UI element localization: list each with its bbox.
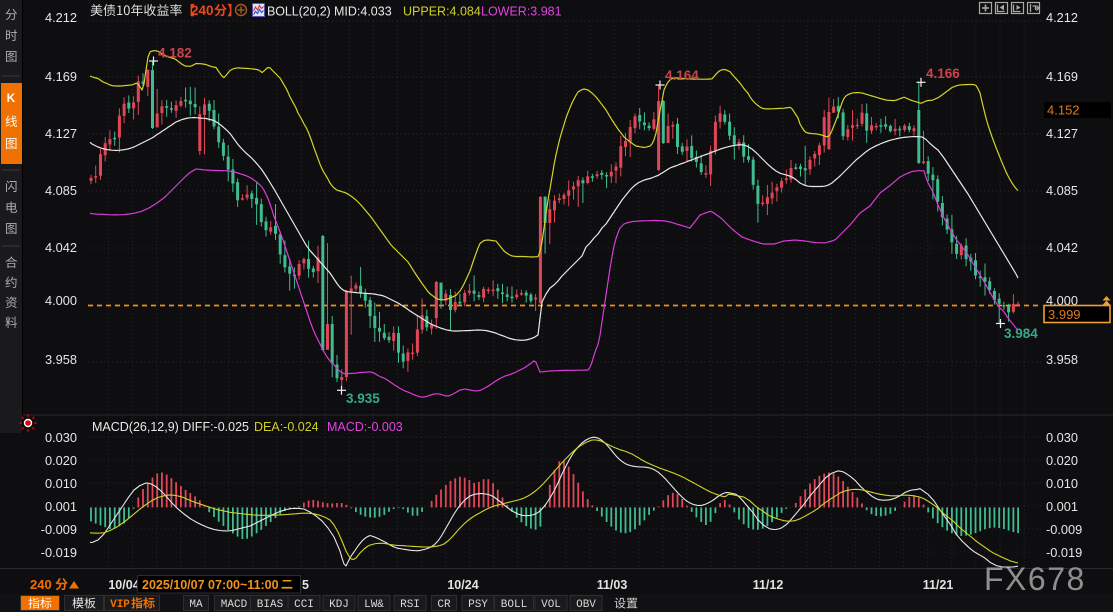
svg-text:KDJ: KDJ [329,599,349,611]
svg-text:4.182: 4.182 [158,46,192,61]
svg-text:11/03: 11/03 [597,578,628,592]
svg-text:3.984: 3.984 [1004,326,1038,341]
svg-text:10/04: 10/04 [108,578,139,592]
svg-text:MACD(26,12,9) DIFF:-0.025: MACD(26,12,9) DIFF:-0.025 [92,420,249,434]
svg-text:240: 240 [191,3,214,18]
svg-text:MACD: MACD [221,599,248,611]
svg-text:3.999: 3.999 [1048,307,1081,322]
svg-text:10/24: 10/24 [447,578,478,592]
svg-text:MID:4.033: MID:4.033 [334,5,392,19]
svg-text:4.164: 4.164 [665,68,699,83]
svg-text:CR: CR [437,599,451,611]
svg-text:CCI: CCI [294,599,314,611]
svg-text:BOLL(20,2): BOLL(20,2) [267,5,331,19]
svg-text:2025/10/07 07:00~11:00: 2025/10/07 07:00~11:00 [142,578,279,592]
svg-text:240: 240 [30,577,52,592]
svg-text:11/12: 11/12 [753,578,784,592]
svg-text:4.166: 4.166 [926,66,960,81]
svg-text:VOL: VOL [541,599,561,611]
svg-text:FX678: FX678 [984,561,1086,597]
svg-text:LW&: LW& [364,599,384,611]
svg-text:LOWER:3.981: LOWER:3.981 [481,5,562,19]
svg-text:11/21: 11/21 [923,578,954,592]
svg-text:4.152: 4.152 [1047,103,1080,118]
svg-text:5: 5 [302,578,309,592]
svg-text:VIP: VIP [110,599,130,611]
svg-text:PSY: PSY [468,599,488,611]
svg-text:MA: MA [189,599,203,611]
svg-text:RSI: RSI [400,599,420,611]
svg-text:UPPER:4.084: UPPER:4.084 [403,5,481,19]
svg-text:3.935: 3.935 [346,391,380,406]
svg-text:MACD:-0.003: MACD:-0.003 [327,420,403,434]
svg-text:BIAS: BIAS [257,599,284,611]
svg-text:BOLL: BOLL [501,599,527,611]
svg-text:OBV: OBV [576,599,596,611]
svg-text:DEA:-0.024: DEA:-0.024 [254,420,319,434]
svg-text:K: K [7,91,16,105]
